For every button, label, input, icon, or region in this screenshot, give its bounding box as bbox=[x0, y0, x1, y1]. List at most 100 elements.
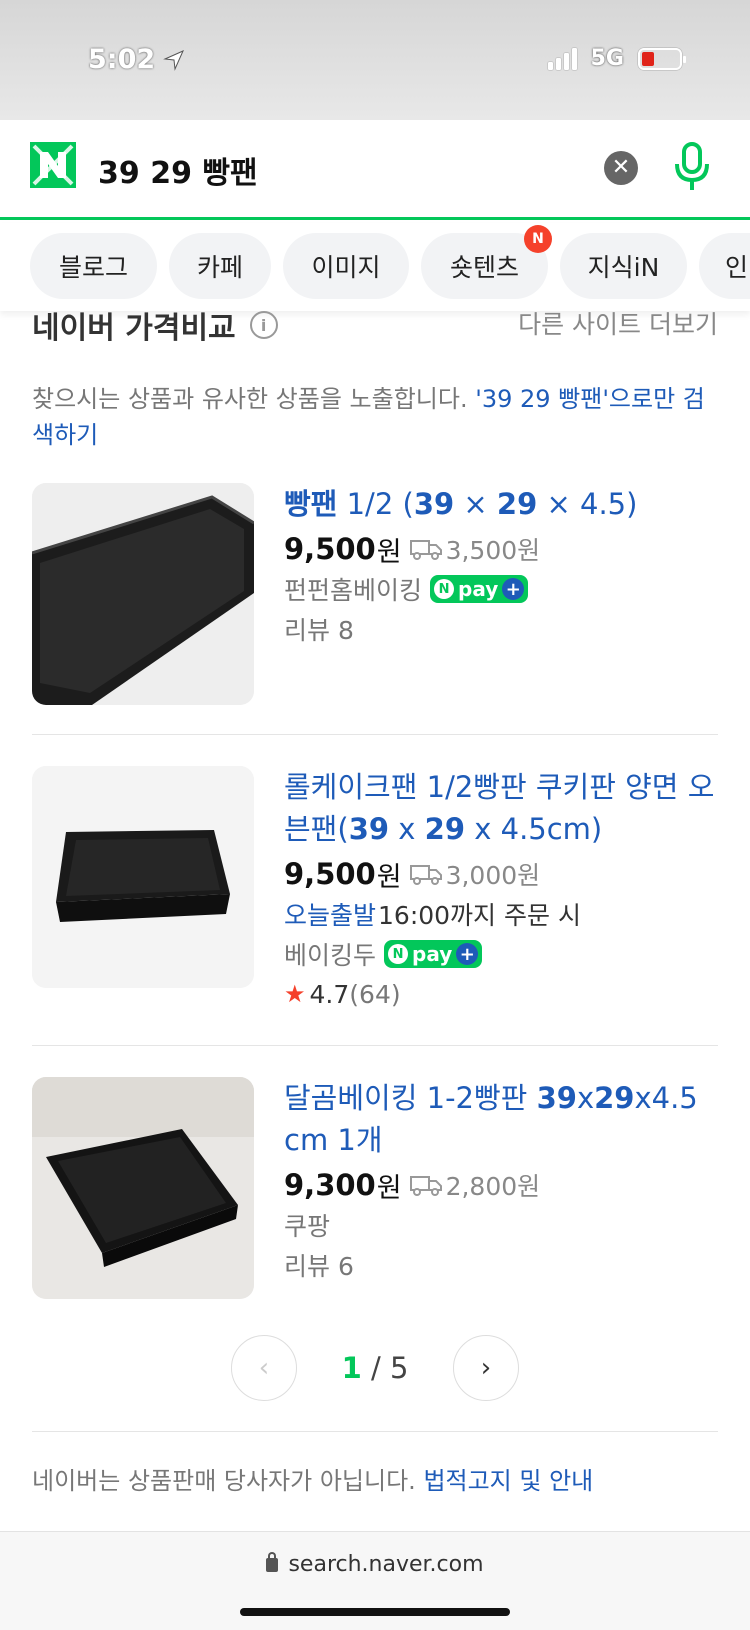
disclaimer-text: 네이버는 상품판매 당사자가 아닙니다. bbox=[32, 1467, 424, 1495]
delivery-truck-icon bbox=[409, 1176, 442, 1196]
baking-pan-image bbox=[32, 1077, 254, 1299]
tab-knowledge-in[interactable]: 지식iN bbox=[560, 233, 687, 299]
delivery-truck-icon bbox=[409, 865, 442, 885]
product-item[interactable]: 달곰베이킹 1-2빵판 39x29x4.5 cm 1개 9,300 원 2,800… bbox=[32, 1077, 718, 1299]
tab-label: 지식iN bbox=[587, 253, 660, 282]
browser-url-bar: search.naver.com bbox=[0, 1531, 750, 1630]
npay-badge: Npay + bbox=[430, 575, 529, 603]
status-time: 5:02 bbox=[88, 44, 185, 75]
clear-search-button[interactable]: ✕ bbox=[604, 151, 638, 185]
today-shipping-label: 오늘출발 bbox=[284, 901, 377, 930]
seller-name[interactable]: 베이킹두 bbox=[284, 936, 376, 972]
rating-value: 4.7 bbox=[309, 979, 350, 1009]
chevron-right-icon: › bbox=[480, 1353, 492, 1383]
info-icon[interactable]: i bbox=[249, 311, 278, 339]
signal-icon bbox=[547, 47, 577, 70]
divider bbox=[32, 1045, 718, 1046]
pagination: ‹ 1 / 5 › bbox=[0, 1335, 750, 1405]
url-field[interactable]: search.naver.com bbox=[0, 1552, 750, 1577]
product-title[interactable]: 빵팬 1/2 (39 × 29 × 4.5) bbox=[284, 483, 718, 525]
current-page: 1 bbox=[341, 1351, 362, 1385]
product-price: 9,500 bbox=[284, 857, 376, 891]
currency-unit: 원 bbox=[376, 536, 402, 568]
close-icon: ✕ bbox=[611, 155, 631, 180]
divider bbox=[32, 1431, 718, 1432]
tab-label: 카페 bbox=[196, 253, 243, 282]
product-image[interactable] bbox=[32, 483, 254, 705]
new-badge: N bbox=[524, 225, 552, 253]
network-type: 5G bbox=[590, 46, 624, 71]
shipping-fee: 3,500원 bbox=[445, 536, 541, 565]
section-title: 네이버 가격비교 bbox=[32, 311, 236, 346]
url-text: search.naver.com bbox=[288, 1552, 484, 1577]
plus-icon: + bbox=[456, 943, 479, 965]
delivery-row: 오늘출발 16:00까지 주문 시 bbox=[284, 894, 718, 934]
review-count[interactable]: 리뷰 8 bbox=[284, 609, 718, 649]
rating-count: (64) bbox=[349, 979, 401, 1009]
next-page-button[interactable]: › bbox=[453, 1335, 519, 1401]
seller-name[interactable]: 쿠팡 bbox=[284, 1205, 718, 1245]
more-sites-link[interactable]: 다른 사이트 더보기 bbox=[518, 305, 718, 341]
product-price: 9,500 bbox=[284, 532, 376, 566]
tab-label: 이미지 bbox=[311, 253, 381, 282]
plus-icon: + bbox=[502, 578, 525, 600]
divider bbox=[32, 734, 718, 735]
legal-notice-link[interactable]: 법적고지 및 안내 bbox=[423, 1467, 593, 1495]
review-count[interactable]: 리뷰 6 bbox=[284, 1245, 718, 1285]
product-price: 9,300 bbox=[284, 1168, 376, 1202]
total-pages: 5 bbox=[389, 1351, 409, 1385]
status-bar: 5:02 5G bbox=[0, 0, 750, 120]
seller-row: 베이킹두 Npay + bbox=[284, 934, 718, 974]
search-input[interactable]: 39 29 빵팬 bbox=[98, 148, 258, 192]
npay-n-icon: N bbox=[434, 579, 455, 599]
price-row: 9,500 원 3,500원 bbox=[284, 529, 718, 569]
microphone-icon[interactable] bbox=[672, 140, 712, 194]
search-header: 39 29 빵팬 ✕ bbox=[0, 120, 750, 220]
price-row: 9,500 원 3,000원 bbox=[284, 854, 718, 894]
tab-label: 숏텐츠 bbox=[449, 253, 519, 282]
battery-icon bbox=[638, 47, 686, 70]
tab-label: 블로그 bbox=[58, 253, 128, 282]
tab-images[interactable]: 이미지 bbox=[283, 233, 409, 299]
delivery-truck-icon bbox=[409, 540, 442, 560]
section-header: 네이버 가격비교 i bbox=[32, 303, 278, 347]
currency-unit: 원 bbox=[376, 1172, 402, 1204]
search-tabs: 블로그 카페 이미지 숏텐츠 N 지식iN 인 bbox=[0, 223, 750, 311]
shipping-fee: 2,800원 bbox=[445, 1172, 541, 1201]
product-info: 달곰베이킹 1-2빵판 39x29x4.5 cm 1개 9,300 원 2,800… bbox=[284, 1077, 718, 1285]
tab-more[interactable]: 인 bbox=[699, 233, 750, 299]
home-indicator[interactable] bbox=[240, 1608, 510, 1616]
product-image[interactable] bbox=[32, 766, 254, 988]
product-item[interactable]: 롤케이크팬 1/2빵판 쿠키판 양면 오븐팬(39 x 29 x 4.5cm) … bbox=[32, 766, 718, 1026]
similar-products-notice: 찾으시는 상품과 유사한 상품을 노출합니다. '39 29 빵팬'으로만 검색… bbox=[32, 381, 722, 453]
tab-label: 인 bbox=[725, 253, 749, 282]
currency-unit: 원 bbox=[376, 861, 402, 893]
tab-cafe[interactable]: 카페 bbox=[169, 233, 271, 299]
lock-icon bbox=[266, 1552, 279, 1572]
today-shipping-cutoff: 16:00까지 주문 시 bbox=[378, 901, 581, 930]
product-title[interactable]: 달곰베이킹 1-2빵판 39x29x4.5 cm 1개 bbox=[284, 1077, 718, 1161]
npay-n-icon: N bbox=[388, 944, 409, 964]
product-title[interactable]: 롤케이크팬 1/2빵판 쿠키판 양면 오븐팬(39 x 29 x 4.5cm) bbox=[284, 766, 718, 850]
rating-row[interactable]: ★ 4.7 (64) bbox=[284, 974, 718, 1014]
naver-logo-icon[interactable] bbox=[30, 142, 76, 188]
product-image[interactable] bbox=[32, 1077, 254, 1299]
npay-badge: Npay + bbox=[384, 940, 483, 968]
page-indicator: 1 / 5 bbox=[341, 1351, 409, 1385]
baking-pan-image bbox=[32, 766, 254, 988]
tab-blog[interactable]: 블로그 bbox=[30, 233, 157, 299]
product-info: 빵팬 1/2 (39 × 29 × 4.5) 9,500 원 3,500원 펀펀홈… bbox=[284, 483, 718, 649]
seller-row: 펀펀홈베이킹 Npay + bbox=[284, 569, 718, 609]
notice-text: 찾으시는 상품과 유사한 상품을 노출합니다. bbox=[32, 385, 468, 413]
disclaimer: 네이버는 상품판매 당사자가 아닙니다. 법적고지 및 안내 bbox=[32, 1461, 593, 1496]
location-arrow-icon bbox=[163, 49, 185, 71]
tab-shortents[interactable]: 숏텐츠 N bbox=[421, 225, 552, 299]
price-row: 9,300 원 2,800원 bbox=[284, 1165, 718, 1205]
status-time-text: 5:02 bbox=[88, 44, 156, 75]
seller-name[interactable]: 펀펀홈베이킹 bbox=[284, 571, 422, 607]
star-icon: ★ bbox=[284, 980, 306, 1008]
product-item[interactable]: 빵팬 1/2 (39 × 29 × 4.5) 9,500 원 3,500원 펀펀홈… bbox=[32, 483, 718, 707]
shipping-fee: 3,000원 bbox=[445, 861, 541, 890]
product-info: 롤케이크팬 1/2빵판 쿠키판 양면 오븐팬(39 x 29 x 4.5cm) … bbox=[284, 766, 718, 1014]
status-indicators: 5G bbox=[547, 46, 686, 71]
